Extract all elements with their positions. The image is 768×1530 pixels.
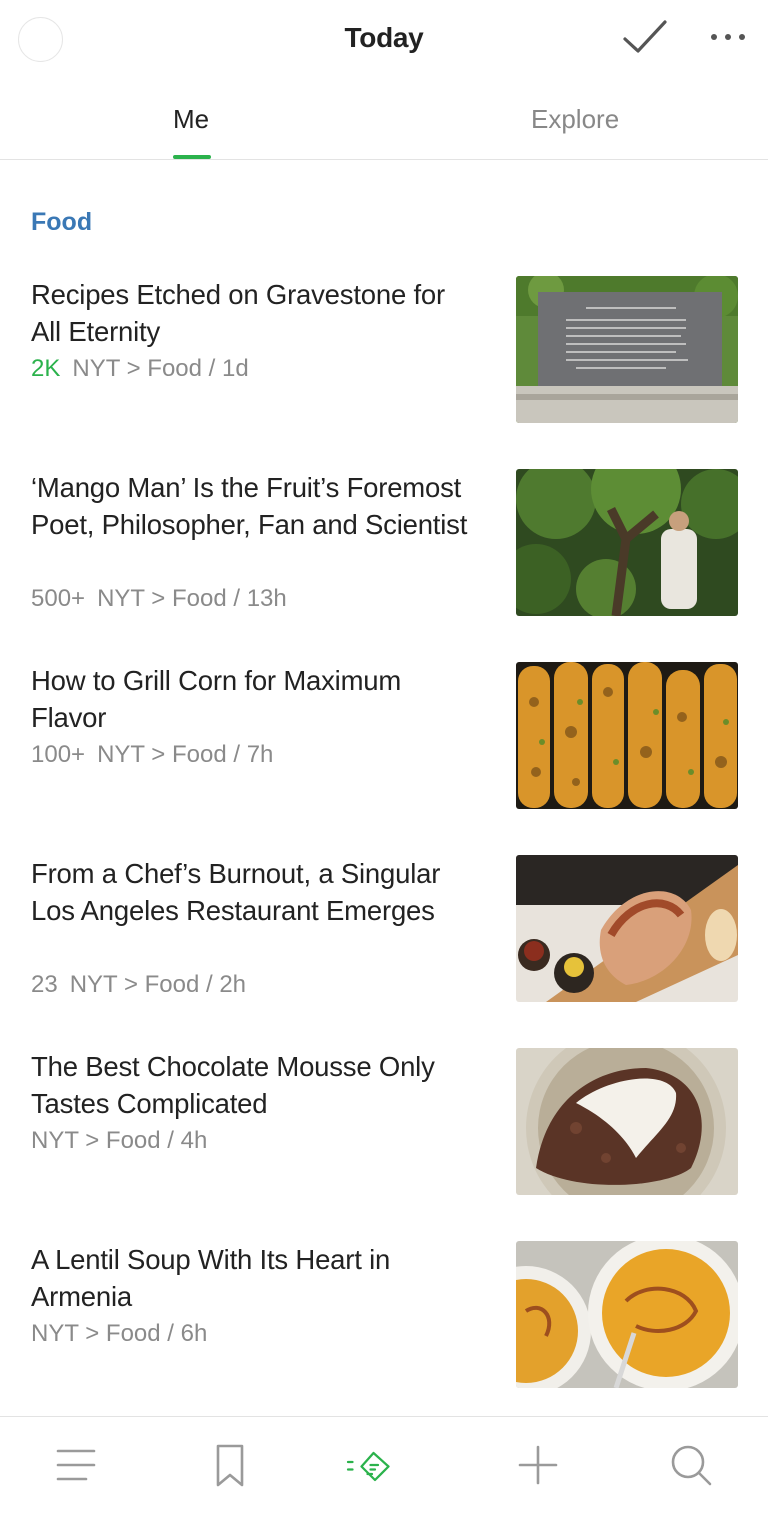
article-meta: 2K NYT > Food / 1d [31,355,249,383]
section-title[interactable]: Food [31,208,92,237]
article-thumbnail[interactable] [516,855,738,1002]
feedly-today-icon[interactable] [345,1441,409,1489]
article-meta: 500+ NYT > Food / 13h [31,585,287,613]
engagement-count: 100+ [31,741,86,768]
article-meta: NYT > Food / 6h [31,1320,207,1348]
article-item[interactable]: The Best Chocolate Mousse Only Tastes Co… [0,1048,768,1241]
article-thumbnail[interactable] [516,1048,738,1195]
article-source: NYT > Food / 6h [31,1320,208,1347]
search-icon[interactable] [667,1441,715,1489]
check-icon[interactable] [622,18,668,58]
article-source: NYT > Food / 7h [97,741,274,768]
tab-explore[interactable]: Explore [531,104,619,135]
article-item[interactable]: Recipes Etched on Gravestone for All Ete… [0,276,768,469]
article-title[interactable]: The Best Chocolate Mousse Only Tastes Co… [31,1048,471,1122]
article-title[interactable]: ‘Mango Man’ Is the Fruit’s Foremost Poet… [31,469,471,543]
engagement-count: 500+ [31,585,86,612]
article-title[interactable]: From a Chef’s Burnout, a Singular Los An… [31,855,471,929]
active-tab-indicator [173,155,211,159]
menu-icon[interactable] [52,1441,100,1489]
article-title[interactable]: Recipes Etched on Gravestone for All Ete… [31,276,471,350]
article-item[interactable]: A Lentil Soup With Its Heart in Armenia … [0,1241,768,1434]
engagement-count: 2K [31,355,61,382]
article-meta: 100+ NYT > Food / 7h [31,741,273,769]
tab-me[interactable]: Me [173,104,209,135]
article-title[interactable]: A Lentil Soup With Its Heart in Armenia [31,1241,471,1315]
article-thumbnail[interactable] [516,662,738,809]
article-thumbnail[interactable] [516,469,738,616]
article-source: NYT > Food / 2h [69,971,247,998]
bookmark-icon[interactable] [206,1441,254,1489]
article-meta: NYT > Food / 4h [31,1127,207,1155]
article-source: NYT > Food / 4h [31,1127,208,1154]
article-item[interactable]: From a Chef’s Burnout, a Singular Los An… [0,855,768,1048]
add-icon[interactable] [514,1441,562,1489]
top-bar: Today [0,0,768,78]
article-item[interactable]: ‘Mango Man’ Is the Fruit’s Foremost Poet… [0,469,768,662]
article-thumbnail[interactable] [516,1241,738,1388]
engagement-count: 23 [31,971,58,998]
article-meta: 23 NYT > Food / 2h [31,971,246,999]
tab-bar: Me Explore [0,82,768,160]
article-thumbnail[interactable] [516,276,738,423]
article-title[interactable]: How to Grill Corn for Maximum Flavor [31,662,471,736]
bottom-nav [0,1416,768,1530]
more-icon[interactable] [708,28,748,46]
article-source: NYT > Food / 13h [97,585,287,612]
article-item[interactable]: How to Grill Corn for Maximum Flavor 100… [0,662,768,855]
article-source: NYT > Food / 1d [72,355,249,382]
